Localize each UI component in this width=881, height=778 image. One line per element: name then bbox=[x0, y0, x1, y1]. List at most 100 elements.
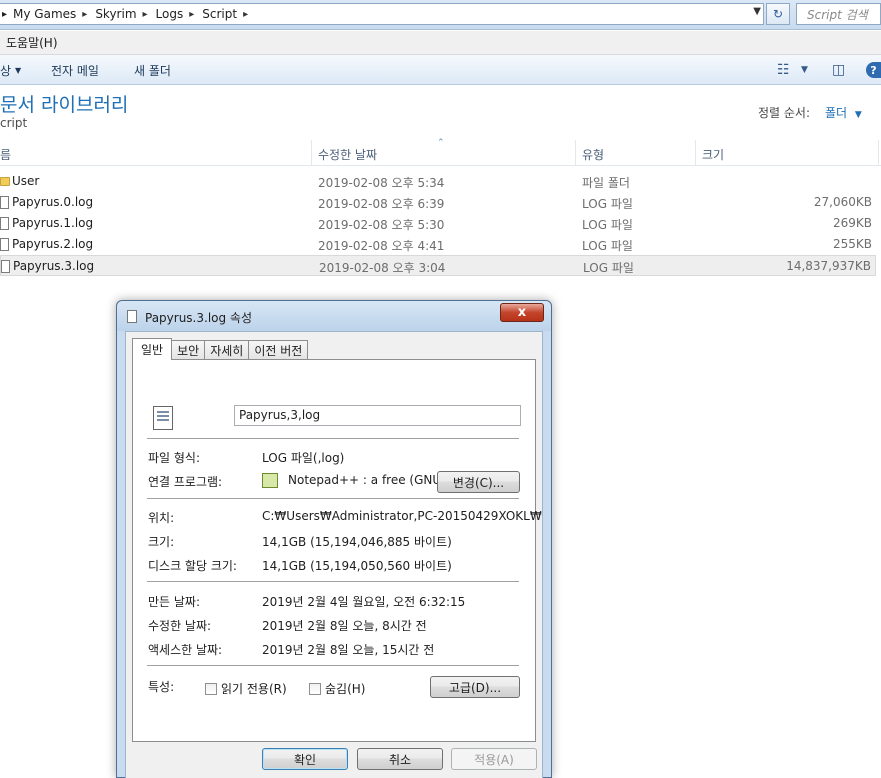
advanced-button[interactable]: 고급(D)... bbox=[430, 676, 520, 698]
modified-value: 2019년 2월 8일 오늘, 8시간 전 bbox=[262, 619, 427, 633]
properties-dialog: Papyrus.3.log 속성 x 일반 보안 자세히 이전 버전 Papyr… bbox=[116, 300, 552, 778]
chevron-right-icon[interactable]: ▸ bbox=[2, 9, 7, 20]
column-divider[interactable] bbox=[575, 140, 576, 166]
breadcrumb-my-games[interactable]: My Games ▸ bbox=[13, 7, 95, 21]
column-divider[interactable] bbox=[311, 140, 312, 166]
file-type: LOG 파일 bbox=[582, 239, 633, 253]
change-button[interactable]: 변경(C)... bbox=[437, 471, 520, 493]
tab-general[interactable]: 일반 bbox=[132, 338, 173, 360]
menu-bar: 도움말(H) bbox=[0, 31, 881, 55]
size-value: 14,1GB (15,194,046,885 바이트) bbox=[262, 535, 452, 549]
arrange-by-dropdown[interactable]: 폴더 ▼ bbox=[825, 104, 862, 121]
notepad-plus-plus-icon bbox=[262, 473, 278, 488]
divider bbox=[147, 438, 519, 439]
file-modified: 2019-02-08 오후 5:34 bbox=[318, 176, 445, 190]
email-label: 전자 메일 bbox=[51, 64, 99, 78]
dialog-tabs: 일반 보안 자세히 이전 버전 bbox=[132, 338, 309, 360]
file-type: LOG 파일 bbox=[582, 218, 633, 232]
divider bbox=[147, 581, 519, 582]
created-value: 2019년 2월 4일 월요일, 오전 6:32:15 bbox=[262, 595, 466, 609]
breadcrumb-logs[interactable]: Logs ▸ bbox=[156, 7, 203, 21]
size-on-disk-value: 14,1GB (15,194,050,560 바이트) bbox=[262, 559, 452, 573]
column-divider[interactable] bbox=[695, 140, 696, 166]
column-headers: 름 수정한 날짜 ⌃ 유형 크기 bbox=[0, 138, 881, 166]
hidden-checkbox[interactable]: 숨김(H) bbox=[309, 680, 365, 697]
chevron-right-icon[interactable]: ▸ bbox=[82, 9, 87, 20]
search-input[interactable]: Script 검색 bbox=[796, 3, 881, 25]
general-tab-panel: Papyrus,3,log 파일 형식: LOG 파일(,log) 연결 프로그… bbox=[132, 359, 542, 742]
chevron-down-icon: ▼ bbox=[854, 110, 862, 120]
share-label: 상 bbox=[0, 64, 12, 78]
column-header-type[interactable]: 유형 bbox=[582, 146, 604, 163]
view-options-icon[interactable]: ☷ bbox=[777, 62, 790, 78]
tab-details[interactable]: 자세히 bbox=[204, 340, 250, 360]
library-title: 문서 라이브러리 bbox=[0, 94, 129, 116]
file-row[interactable]: Papyrus.2.log 2019-02-08 오후 4:41 LOG 파일 255… bbox=[0, 234, 876, 255]
file-modified: 2019-02-08 오후 5:30 bbox=[318, 218, 445, 232]
cancel-button[interactable]: 취소 bbox=[357, 748, 443, 770]
column-header-modified[interactable]: 수정한 날짜 bbox=[318, 146, 377, 163]
close-button[interactable]: x bbox=[500, 303, 544, 322]
chevron-right-icon[interactable]: ▸ bbox=[143, 9, 148, 20]
dialog-title: Papyrus.3.log 속성 bbox=[145, 311, 253, 325]
address-bar-region: ▸ My Games ▸ Skyrim ▸ Logs ▸ Script ▸ ▼ ↻ Sc… bbox=[0, 0, 881, 30]
column-header-name[interactable]: 름 bbox=[0, 146, 11, 163]
breadcrumb-skyrim[interactable]: Skyrim ▸ bbox=[95, 7, 155, 21]
dialog-titlebar[interactable]: Papyrus.3.log 속성 x bbox=[117, 301, 551, 331]
file-type: LOG 파일 bbox=[582, 197, 633, 211]
close-icon: x bbox=[517, 305, 527, 320]
location-value: C:₩Users₩Administrator,PC-20150429XOKL₩ bbox=[262, 509, 542, 523]
share-button[interactable]: 상 ▼ bbox=[0, 62, 21, 79]
file-modified: 2019-02-08 오후 6:39 bbox=[318, 197, 445, 211]
chevron-right-icon[interactable]: ▸ bbox=[189, 9, 194, 20]
address-bar[interactable]: ▸ My Games ▸ Skyrim ▸ Logs ▸ Script ▸ ▼ bbox=[0, 3, 764, 25]
preview-pane-icon[interactable]: ◫ bbox=[832, 62, 845, 78]
file-row[interactable]: User 2019-02-08 오후 5:34 파일 폴더 bbox=[0, 171, 876, 192]
checkbox-box[interactable] bbox=[309, 682, 321, 695]
chevron-down-icon[interactable]: ▼ bbox=[801, 65, 808, 75]
size-on-disk-label: 디스크 할당 크기: bbox=[148, 559, 237, 573]
chevron-down-icon[interactable]: ▼ bbox=[753, 6, 761, 17]
checkbox-box[interactable] bbox=[205, 682, 217, 695]
log-file-icon bbox=[0, 238, 9, 251]
log-file-icon bbox=[153, 406, 173, 430]
refresh-button[interactable]: ↻ bbox=[766, 3, 790, 25]
new-folder-button[interactable]: 새 폴더 bbox=[134, 62, 171, 79]
file-type: 파일 폴더 bbox=[582, 176, 630, 190]
breadcrumb-script[interactable]: Script ▸ bbox=[202, 7, 256, 21]
arrange-by-value: 폴더 bbox=[825, 106, 848, 120]
chevron-right-icon[interactable]: ▸ bbox=[243, 9, 248, 20]
created-label: 만든 날짜: bbox=[148, 595, 201, 609]
file-row[interactable]: Papyrus.3.log 2019-02-08 오후 3:04 LOG 파일 14,… bbox=[0, 255, 876, 276]
hidden-label: 숨김(H) bbox=[325, 682, 366, 696]
file-name: Papyrus.1.log bbox=[12, 216, 94, 230]
refresh-icon: ↻ bbox=[772, 7, 784, 21]
file-modified: 2019-02-08 오후 4:41 bbox=[318, 239, 445, 253]
readonly-checkbox[interactable]: 읽기 전용(R) bbox=[205, 680, 287, 697]
log-file-icon bbox=[1, 260, 10, 273]
divider bbox=[147, 498, 519, 499]
library-subtitle: cript bbox=[0, 116, 28, 130]
apply-button[interactable]: 적용(A) bbox=[451, 748, 537, 770]
email-button[interactable]: 전자 메일 bbox=[51, 62, 99, 79]
file-type: LOG 파일 bbox=[583, 261, 634, 275]
column-divider[interactable] bbox=[878, 140, 879, 166]
file-row[interactable]: Papyrus.0.log 2019-02-08 오후 6:39 LOG 파일 27,… bbox=[0, 192, 876, 213]
file-name-field[interactable]: Papyrus,3,log bbox=[234, 405, 521, 426]
attributes-label: 특성: bbox=[148, 680, 175, 694]
size-label: 크기: bbox=[148, 535, 175, 549]
modified-label: 수정한 날짜: bbox=[148, 619, 212, 633]
tab-security[interactable]: 보안 bbox=[171, 340, 206, 360]
log-file-icon bbox=[0, 196, 9, 209]
column-header-size[interactable]: 크기 bbox=[702, 146, 724, 163]
file-row[interactable]: Papyrus.1.log 2019-02-08 오후 5:30 LOG 파일 269… bbox=[0, 213, 876, 234]
menu-help[interactable]: 도움말(H) bbox=[6, 34, 58, 51]
file-size: 14,837,937KB bbox=[786, 259, 871, 273]
help-icon[interactable]: ? bbox=[866, 62, 881, 78]
file-modified: 2019-02-08 오후 3:04 bbox=[319, 261, 446, 275]
ok-button[interactable]: 확인 bbox=[262, 748, 348, 770]
readonly-label: 읽기 전용(R) bbox=[221, 682, 287, 696]
tab-previous-versions[interactable]: 이전 버전 bbox=[248, 340, 309, 360]
log-file-icon bbox=[127, 310, 137, 323]
dialog-body: 일반 보안 자세히 이전 버전 Papyrus,3,log 파일 형식: LOG… bbox=[125, 331, 543, 778]
